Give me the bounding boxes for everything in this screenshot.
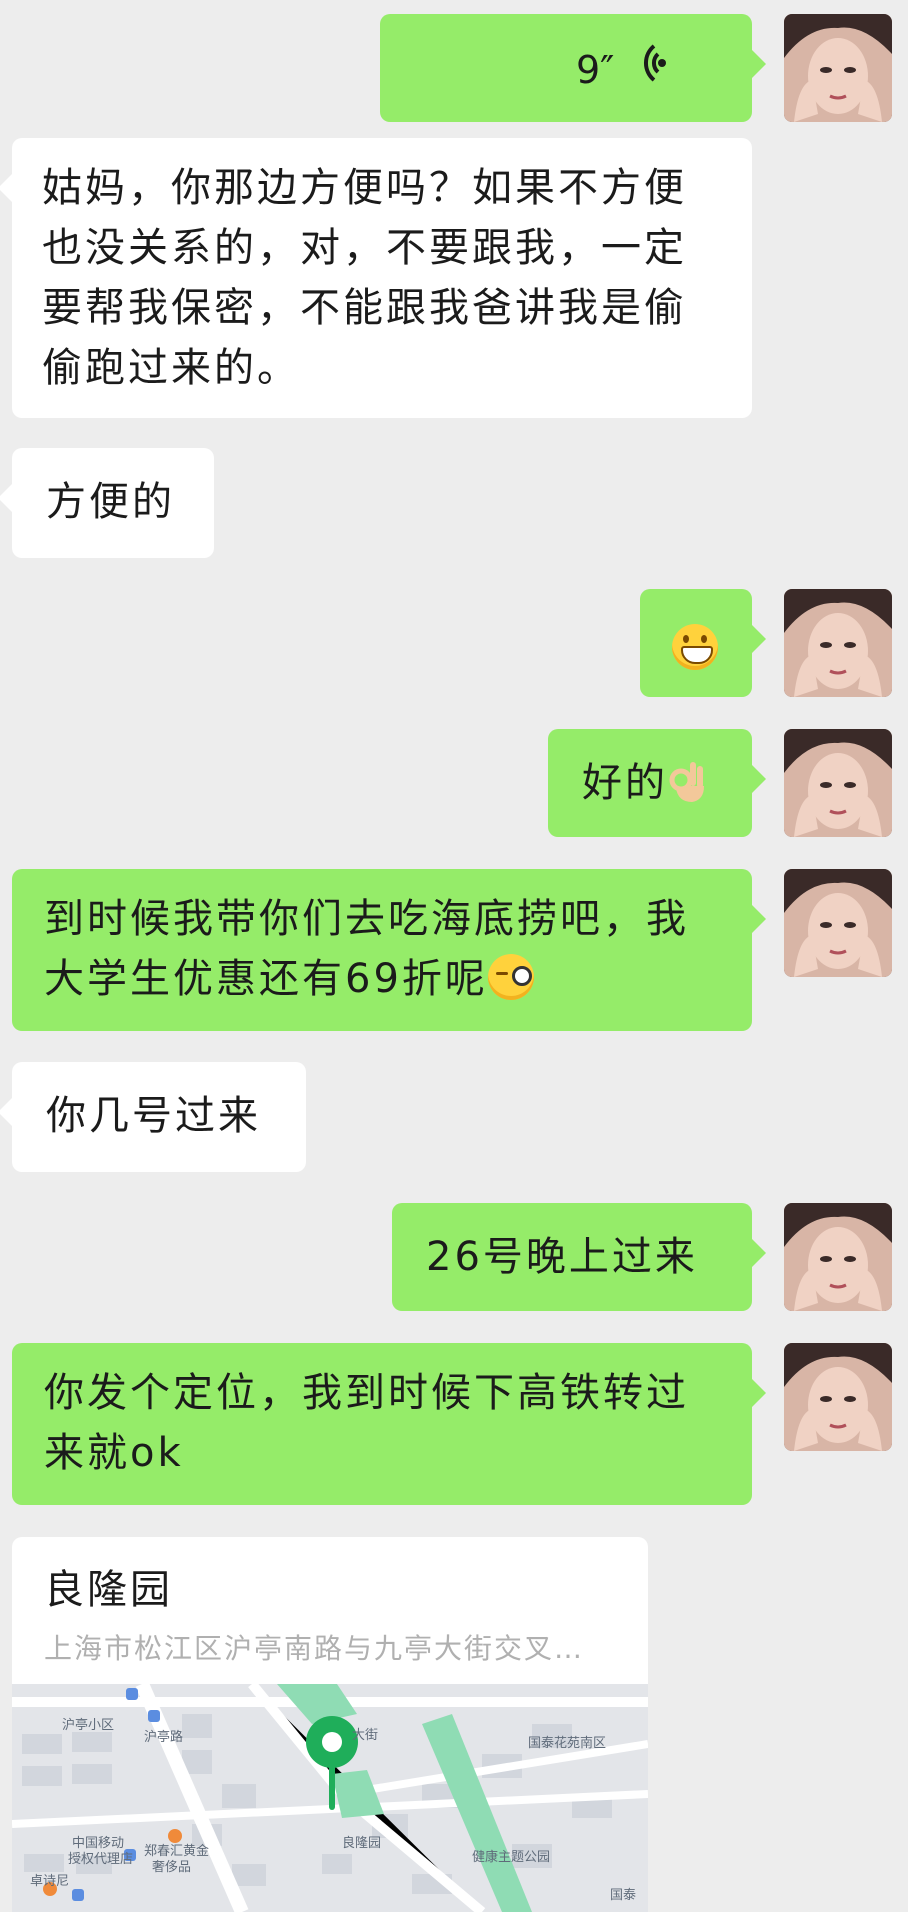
text-message-bubble[interactable]: 你发个定位，我到时候下高铁转过来就ok xyxy=(12,1343,766,1505)
map-label: 大街 xyxy=(352,1728,379,1743)
map-label: 国泰 xyxy=(610,1888,637,1903)
message-row: 到时候我带你们去吃海底捞吧，我大学生优惠还有69折呢 xyxy=(0,869,908,1031)
avatar-icon xyxy=(784,589,892,697)
map-label: 沪亭小区 xyxy=(62,1718,115,1733)
location-map-preview[interactable]: 沪亭小区 沪亭路 大街 国泰花苑南区 中国移动 授权代理店 郑春汇黄金 奢侈品 … xyxy=(12,1684,648,1912)
avatar-icon xyxy=(784,1203,892,1311)
grin-icon xyxy=(672,624,718,670)
voice-duration: 9″ xyxy=(576,48,615,92)
avatar-icon xyxy=(784,729,892,837)
message-row: 方便的 xyxy=(0,448,908,558)
map-label: 授权代理店 xyxy=(68,1852,134,1867)
emoji-message-bubble[interactable] xyxy=(640,589,766,697)
message-row: 你几号过来 xyxy=(0,1062,908,1172)
text-message-bubble[interactable]: 26号晚上过来 xyxy=(392,1203,766,1311)
map-label: 健康主题公园 xyxy=(472,1850,551,1865)
avatar-icon xyxy=(784,869,892,977)
message-text: 到时候我带你们去吃海底捞吧，我大学生优惠还有69折呢 xyxy=(44,896,689,1002)
text-message-bubble[interactable]: 好的 xyxy=(548,729,766,837)
avatar-icon xyxy=(784,1343,892,1451)
message-row: 你发个定位，我到时候下高铁转过来就ok xyxy=(0,1343,908,1505)
message-row xyxy=(0,589,908,697)
location-address: 上海市松江区沪亭南路与九亭大街交叉… xyxy=(44,1632,585,1665)
text-message-bubble[interactable]: 姑妈，你那边方便吗？如果不方便也没关系的，对，不要跟我，一定要帮我保密，不能跟我… xyxy=(0,138,752,418)
location-message-card[interactable]: 良隆园 上海市松江区沪亭南路与九亭大街交叉… 沪亭小区 沪亭路 大街 国泰花苑南… xyxy=(12,1537,648,1912)
voice-message-bubble[interactable]: 9″ xyxy=(380,14,766,122)
text-message-bubble[interactable]: 到时候我带你们去吃海底捞吧，我大学生优惠还有69折呢 xyxy=(12,869,766,1031)
message-row: 姑妈，你那边方便吗？如果不方便也没关系的，对，不要跟我，一定要帮我保密，不能跟我… xyxy=(0,138,908,418)
map-label: 良隆园 xyxy=(342,1836,382,1851)
message-row-voice: 9″ xyxy=(0,14,908,122)
map-label: 卓诗尼 xyxy=(30,1874,70,1889)
wink-icon xyxy=(487,954,534,1000)
avatar[interactable] xyxy=(784,14,892,122)
location-name: 良隆园 xyxy=(44,1567,173,1613)
voice-wave-icon xyxy=(643,44,666,82)
avatar-icon xyxy=(784,14,892,122)
avatar[interactable] xyxy=(784,1203,892,1311)
map-label: 奢侈品 xyxy=(152,1860,192,1875)
message-row: 26号晚上过来 xyxy=(0,1203,908,1311)
message-text: 好的 xyxy=(582,760,668,806)
avatar[interactable] xyxy=(784,589,892,697)
text-message-bubble[interactable]: 方便的 xyxy=(0,448,214,558)
message-row: 好的 xyxy=(0,729,908,837)
avatar[interactable] xyxy=(784,729,892,837)
ok-hand-icon xyxy=(669,762,704,802)
map-label: 国泰花苑南区 xyxy=(528,1736,607,1751)
map-label: 沪亭路 xyxy=(144,1730,184,1745)
avatar[interactable] xyxy=(784,869,892,977)
avatar[interactable] xyxy=(784,1343,892,1451)
text-message-bubble[interactable]: 你几号过来 xyxy=(0,1062,306,1172)
